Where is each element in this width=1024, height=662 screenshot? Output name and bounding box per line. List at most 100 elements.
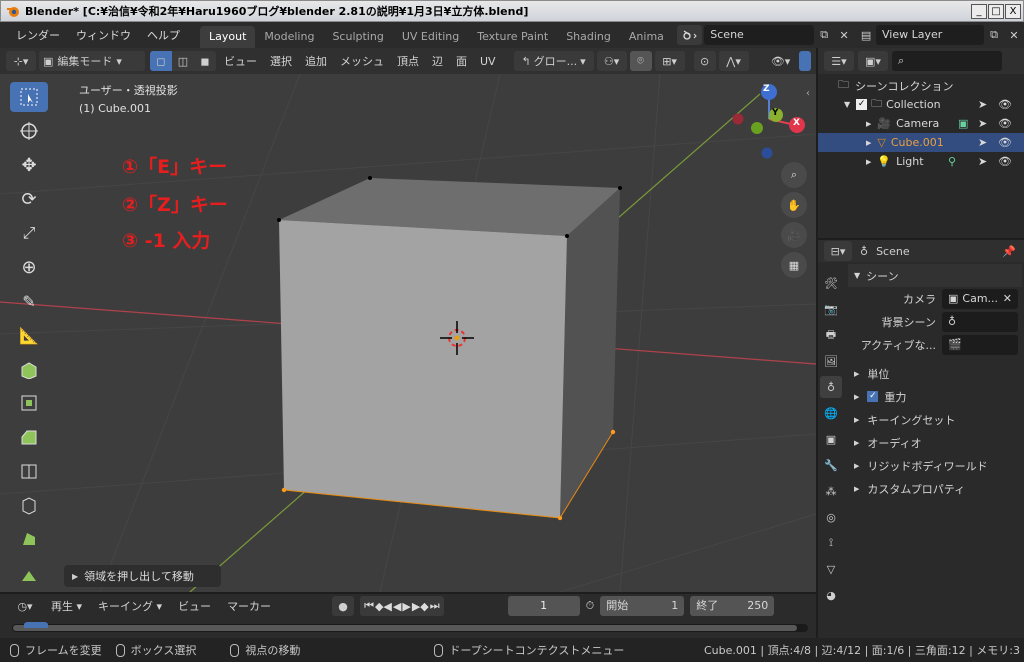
scene-tab-icon[interactable]: ♁ (820, 376, 842, 398)
outliner-search-input[interactable]: ⌕ (892, 51, 1002, 71)
outliner-item-camera[interactable]: ▶ 🎥 Camera ▣ ➤ 👁 (818, 114, 1024, 133)
play-reverse-icon[interactable]: ◀ (393, 600, 401, 613)
panel-gravity[interactable]: ▶ ✓ 重力 (848, 385, 1022, 408)
face-select-icon[interactable]: ◼ (194, 51, 216, 71)
data-tab-icon[interactable]: ▽ (820, 558, 842, 580)
timeline-editor-icon[interactable]: ◷▾ (10, 596, 40, 616)
delete-scene-icon[interactable]: ✕ (834, 25, 854, 45)
world-tab-icon[interactable]: 🌐 (820, 402, 842, 424)
menu-help[interactable]: ヘルプ (139, 27, 188, 43)
collection-row[interactable]: ▼ ✓ 🗀 Collection ➤ 👁 (818, 95, 1024, 114)
operator-panel[interactable]: ▶ 領域を押し出して移動 (64, 565, 221, 587)
knife-tool-icon[interactable] (10, 490, 48, 520)
camera-prop-field[interactable]: ▣ Cam... ✕ (942, 288, 1018, 309)
inset-tool-icon[interactable] (10, 388, 48, 418)
panel-rigid-body[interactable]: ▶ リジッドボディワールド (848, 454, 1022, 477)
outliner-editor-icon[interactable]: ☰▾ (824, 51, 854, 71)
menu-view[interactable]: ビュー (219, 53, 262, 69)
3d-viewport[interactable]: Z Y X ユーザー・透視投影 (1) Cube.001 ①「E」キー ②「Z」… (0, 74, 816, 592)
prev-keyframe-icon[interactable]: ◆◀ (375, 600, 392, 613)
record-icon[interactable]: ● (332, 596, 355, 616)
ortho-grid-icon[interactable]: ▦ (781, 252, 807, 278)
scene-field[interactable]: Scene (704, 25, 815, 45)
cursor-tool-icon[interactable] (10, 116, 48, 146)
timeline-scrollbar[interactable] (12, 624, 808, 632)
menu-edge[interactable]: 辺 (427, 53, 448, 69)
proportional-edit-icon[interactable]: ⊙ (693, 51, 716, 71)
vertex-select-icon[interactable]: ◻ (150, 51, 172, 71)
material-tab-icon[interactable]: ◕ (820, 584, 842, 606)
pin-icon[interactable]: 📌 (1002, 245, 1016, 258)
frame-start-field[interactable]: 開始 1 (600, 596, 685, 616)
scrollbar-thumb[interactable] (13, 625, 797, 631)
new-view-layer-icon[interactable]: ⧉ (984, 25, 1004, 45)
object-tab-icon[interactable]: ▣ (820, 428, 842, 450)
properties-editor-icon[interactable]: ⊟▾ (824, 241, 852, 261)
tab-layout[interactable]: Layout (200, 26, 256, 48)
loop-cut-tool-icon[interactable] (10, 456, 48, 486)
eye-icon[interactable]: 👁 (998, 136, 1012, 149)
menu-render[interactable]: レンダー (8, 27, 68, 43)
tab-texture-paint[interactable]: Texture Paint (468, 26, 557, 48)
delete-view-layer-icon[interactable]: ✕ (1004, 25, 1024, 45)
outliner-item-cube[interactable]: ▶ ▽ Cube.001 ➤ 👁 (818, 133, 1024, 152)
active-clip-field[interactable]: 🎬 (942, 334, 1018, 355)
transform-tool-icon[interactable]: ⊕ (10, 252, 48, 282)
camera-data-icon[interactable]: ▣ (958, 117, 968, 130)
checkbox-icon[interactable]: ✓ (856, 99, 868, 110)
frame-end-field[interactable]: 終了 250 (690, 596, 775, 616)
jump-end-icon[interactable]: ⏭ (430, 599, 440, 613)
maximize-button[interactable]: □ (988, 4, 1004, 19)
editor-type-icon[interactable]: ⊹▾ (6, 51, 36, 71)
select-arrow-icon[interactable]: ➤ (978, 155, 987, 168)
light-data-icon[interactable]: ⚲ (948, 155, 956, 168)
measure-tool-icon[interactable]: 📐 (10, 320, 48, 350)
play-icon[interactable]: ▶ (402, 600, 410, 613)
annotate-tool-icon[interactable]: ✎ (10, 286, 48, 316)
modifier-tab-icon[interactable]: 🔧 (820, 454, 842, 476)
panel-custom-properties[interactable]: ▶ カスタムプロパティ (848, 477, 1022, 500)
tab-shading[interactable]: Shading (557, 26, 620, 48)
scene-collection-row[interactable]: 🗀 シーンコレクション (818, 76, 1024, 95)
jump-start-icon[interactable]: ⏮ (364, 599, 374, 613)
display-mode-icon[interactable]: ▣▾ (858, 51, 888, 71)
minimize-button[interactable]: _ (971, 4, 987, 19)
camera-view-icon[interactable]: 🎥 (781, 222, 807, 248)
tab-sculpting[interactable]: Sculpting (323, 26, 392, 48)
panel-units[interactable]: ▶ 単位 (848, 362, 1022, 385)
scale-tool-icon[interactable]: ⤢ (10, 218, 48, 248)
clear-icon[interactable]: ✕ (1003, 289, 1012, 309)
snap-target-icon[interactable]: ⊞▾ (654, 51, 685, 71)
spin-tool-icon[interactable] (10, 558, 48, 588)
menu-uv[interactable]: UV (475, 55, 501, 68)
gizmo-z-label[interactable]: Z (763, 84, 770, 94)
zoom-icon[interactable]: ⌕ (781, 162, 807, 188)
falloff-icon[interactable]: ⋀▾ (718, 51, 749, 71)
gravity-checkbox[interactable]: ✓ (867, 391, 879, 402)
menu-face[interactable]: 面 (451, 53, 472, 69)
particles-tab-icon[interactable]: ⁂ (820, 480, 842, 502)
snap-icon[interactable]: ⌾ (629, 51, 652, 71)
close-button[interactable]: X (1005, 4, 1021, 19)
panel-audio[interactable]: ▶ オーディオ (848, 431, 1022, 454)
select-arrow-icon[interactable]: ➤ (978, 136, 987, 149)
menu-vertex[interactable]: 頂点 (392, 53, 424, 69)
menu-add[interactable]: 追加 (300, 53, 332, 69)
outliner-item-light[interactable]: ▶ 💡 Light ⚲ ➤ 👁 (818, 152, 1024, 171)
timeline-view-menu[interactable]: ビュー (173, 598, 216, 614)
marker-menu[interactable]: マーカー (222, 598, 276, 614)
edge-select-icon[interactable]: ◫ (172, 51, 194, 71)
playback-menu[interactable]: 再生 ▾ (46, 598, 87, 614)
tab-animation[interactable]: Anima (620, 26, 673, 48)
mode-selector[interactable]: ▣ 編集モード ▾ (39, 51, 145, 71)
select-arrow-icon[interactable]: ➤ (978, 117, 987, 130)
view-layer-field[interactable]: View Layer (876, 25, 985, 45)
panel-keying-sets[interactable]: ▶ キーイングセット (848, 408, 1022, 431)
collapse-sidebar-icon[interactable]: ‹ (806, 88, 810, 99)
view-layer-tab-icon[interactable]: 🖼 (820, 350, 842, 372)
poly-build-tool-icon[interactable] (10, 524, 48, 554)
menu-select[interactable]: 選択 (265, 53, 297, 69)
keying-menu[interactable]: キーイング ▾ (93, 598, 167, 614)
output-tab-icon[interactable]: 🖶 (820, 324, 842, 346)
eye-icon[interactable]: 👁 (998, 98, 1012, 111)
